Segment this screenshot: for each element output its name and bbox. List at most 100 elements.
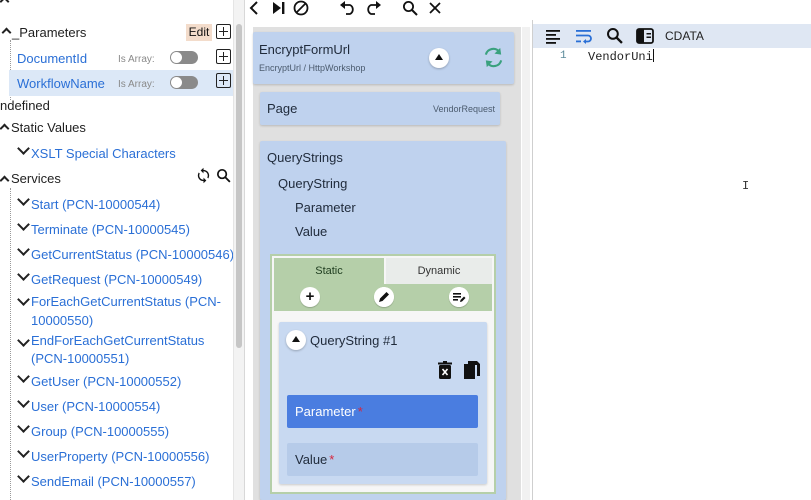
tree-panel: _Parameters Edit DocumentId Is Array: Wo…	[0, 0, 244, 500]
word-wrap-icon[interactable]	[575, 28, 592, 44]
is-array-label: Is Array:	[118, 79, 155, 90]
parameter-field[interactable]: Parameter *	[287, 395, 478, 428]
sync-icon[interactable]	[482, 46, 505, 69]
service-title: EncryptFormUrl	[259, 42, 351, 57]
parameter-workflowname[interactable]: WorkflowName	[17, 76, 105, 91]
mouse-ibeam-cursor: I	[742, 179, 750, 193]
service-item[interactable]: GetCurrentStatus (PCN-10000546)	[31, 247, 234, 262]
parameter-label: Parameter	[295, 200, 356, 215]
chevron-left-icon[interactable]	[248, 1, 260, 15]
pencil-icon[interactable]	[374, 287, 394, 307]
tree-scrollbar[interactable]	[233, 0, 244, 500]
service-item[interactable]: Start (PCN-10000544)	[31, 197, 160, 212]
parameter-documentid[interactable]: DocumentId	[17, 51, 87, 66]
service-item-line2[interactable]: (PCN-10000551)	[31, 351, 129, 366]
tab-static[interactable]: Static	[274, 258, 384, 284]
parameter-field-label: Parameter	[295, 404, 356, 419]
static-values-label[interactable]: Static Values	[11, 120, 86, 135]
chevron-down-icon[interactable]	[17, 445, 30, 458]
service-item[interactable]: User (PCN-10000554)	[31, 399, 160, 414]
required-mark: *	[329, 452, 335, 467]
search-icon[interactable]	[606, 27, 623, 44]
service-item[interactable]: SendEmail (PCN-10000557)	[31, 474, 196, 489]
service-item[interactable]: GetRequest (PCN-10000549)	[31, 272, 202, 287]
chevron-down-icon[interactable]	[17, 142, 30, 155]
editor-toolbar: CDATA	[533, 24, 811, 48]
is-array-toggle[interactable]	[170, 76, 198, 89]
services-label[interactable]: Services	[11, 171, 61, 186]
chevron-down-icon[interactable]	[17, 470, 30, 483]
collapse-button[interactable]	[286, 330, 306, 350]
panel-divider	[244, 0, 245, 500]
step-forward-icon[interactable]	[272, 1, 286, 15]
services-collapse-icon[interactable]	[0, 175, 10, 186]
designer-toolbar	[244, 0, 526, 18]
close-icon[interactable]	[428, 1, 442, 15]
search-icon[interactable]	[402, 0, 418, 16]
panel-toggle-icon[interactable]	[636, 28, 654, 44]
add-icon[interactable]	[216, 73, 231, 88]
service-item[interactable]: EndForEachGetCurrentStatus	[31, 333, 204, 348]
service-item[interactable]: Group (PCN-10000555)	[31, 424, 169, 439]
chevron-down-icon[interactable]	[17, 268, 30, 281]
service-subtitle: EncryptUrl / HttpWorkshop	[259, 63, 366, 73]
tree-item-xslt-special-characters[interactable]: XSLT Special Characters	[31, 146, 176, 161]
is-array-toggle[interactable]	[170, 51, 198, 64]
add-parameter-icon[interactable]	[216, 24, 231, 39]
tab-toolbar: +	[274, 284, 492, 311]
undefined-label: ndefined	[0, 98, 50, 113]
edit-button[interactable]: Edit	[186, 24, 212, 41]
chevron-down-icon[interactable]	[17, 420, 30, 433]
redo-icon[interactable]	[364, 1, 382, 15]
static-values-collapse-icon[interactable]	[0, 123, 10, 134]
tree-guide-line	[10, 188, 11, 500]
collapse-icon[interactable]	[0, 0, 10, 7]
service-item-line2[interactable]: 10000550)	[31, 313, 93, 328]
page-value: VendorRequest	[432, 104, 495, 114]
delete-icon[interactable]	[437, 361, 453, 379]
scrollbar-thumb[interactable]	[236, 24, 242, 348]
tab-dynamic[interactable]: Dynamic	[386, 258, 492, 284]
copy-icon[interactable]	[463, 361, 481, 380]
block-icon[interactable]	[293, 0, 309, 16]
required-mark: *	[357, 404, 363, 419]
list-edit-icon[interactable]	[449, 287, 469, 307]
chevron-down-icon[interactable]	[17, 293, 30, 306]
page-card[interactable]: Page VendorRequest	[260, 92, 500, 125]
chevron-down-icon[interactable]	[17, 243, 30, 256]
parameters-label[interactable]: _Parameters	[12, 25, 86, 40]
is-array-label: Is Array:	[118, 54, 155, 65]
service-item[interactable]: ForEachGetCurrentStatus (PCN-	[31, 294, 221, 309]
add-icon[interactable]	[216, 49, 231, 64]
chevron-down-icon[interactable]	[17, 193, 30, 206]
chevron-down-icon[interactable]	[17, 218, 30, 231]
service-item[interactable]: UserProperty (PCN-10000556)	[31, 449, 209, 464]
chevron-down-icon[interactable]	[17, 334, 30, 347]
querystring-item-title: QueryString #1	[310, 333, 398, 348]
service-header-card: EncryptFormUrl EncryptUrl / HttpWorkshop	[253, 32, 514, 84]
querystrings-label: QueryStrings	[267, 150, 343, 165]
value-label: Value	[295, 224, 328, 239]
code-text: VendorUni	[588, 50, 653, 64]
caret-up-icon	[435, 54, 443, 60]
designer-scrollbar[interactable]	[522, 27, 530, 500]
editor-divider	[532, 20, 533, 500]
value-field[interactable]: Value *	[287, 443, 478, 476]
search-icon[interactable]	[215, 167, 232, 184]
chevron-down-icon[interactable]	[17, 395, 30, 408]
querystring-label: QueryString	[278, 176, 348, 191]
undo-icon[interactable]	[339, 1, 357, 15]
page-label: Page	[267, 101, 298, 116]
value-field-label: Value	[295, 452, 328, 467]
cdata-button[interactable]: CDATA	[665, 29, 704, 43]
plus-icon[interactable]: +	[300, 287, 320, 307]
align-left-icon[interactable]	[545, 28, 561, 44]
parameters-collapse-icon[interactable]	[1, 27, 12, 38]
code-editor-line[interactable]: VendorUni	[588, 49, 654, 64]
chevron-down-icon[interactable]	[17, 370, 30, 383]
collapse-button[interactable]	[429, 48, 449, 68]
service-item[interactable]: Terminate (PCN-10000545)	[31, 222, 190, 237]
text-cursor	[652, 49, 654, 62]
service-item[interactable]: GetUser (PCN-10000552)	[31, 374, 181, 389]
refresh-icon[interactable]	[195, 167, 212, 184]
